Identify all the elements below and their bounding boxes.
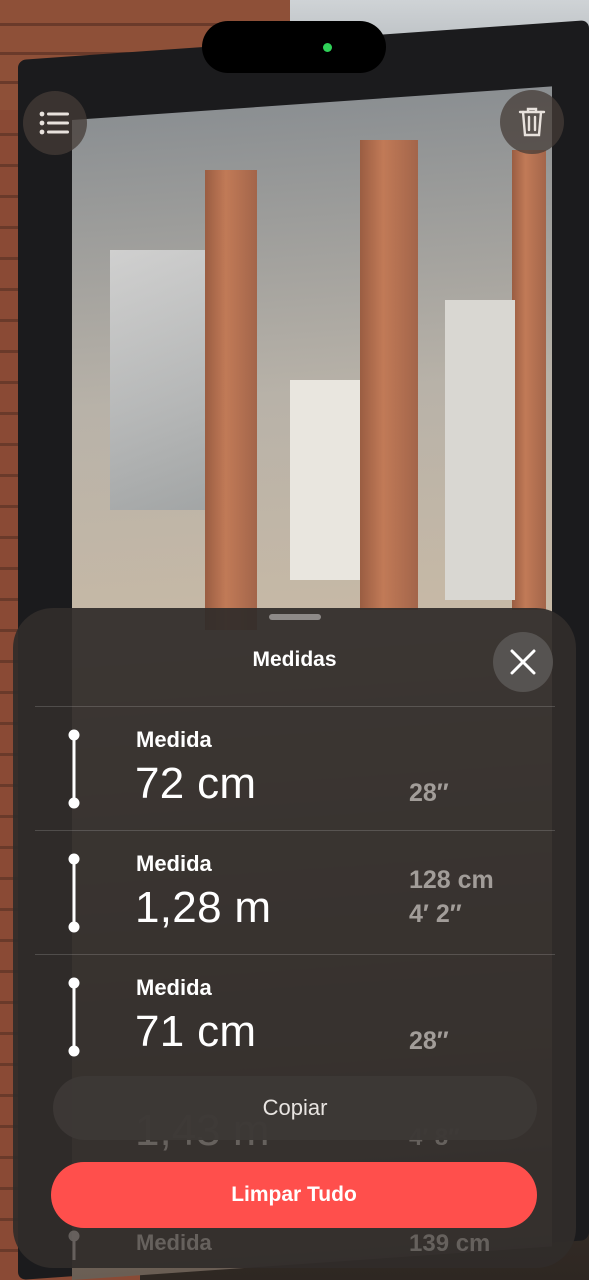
camera-indicator-dot: [323, 43, 332, 52]
measurement-alt-unit: 28″: [409, 779, 449, 807]
measurements-list-button[interactable]: [23, 91, 87, 155]
clear-all-button[interactable]: Limpar Tudo: [51, 1162, 537, 1228]
measurement-label: Medida: [136, 1230, 212, 1255]
measurements-list: Medida 72 cm 28″ Medida 1,28 m 128 cm 4′…: [35, 706, 555, 1078]
ruler-icon: [68, 853, 80, 933]
measurement-value: 1,28 m: [135, 883, 272, 932]
wood-stud: [512, 150, 546, 610]
close-button[interactable]: [493, 632, 553, 692]
measurement-label: Medida: [136, 975, 212, 1000]
dynamic-island: [202, 21, 386, 73]
measurement-value: 71 cm: [135, 1007, 257, 1056]
wood-stud: [205, 170, 257, 630]
sheet-title: Medidas: [252, 648, 337, 671]
measurement-alt-unit: 28″: [409, 1027, 449, 1055]
sheet-grabber[interactable]: [269, 614, 321, 620]
delete-button[interactable]: [500, 90, 564, 154]
ruler-icon: [68, 729, 80, 809]
measurement-row[interactable]: Medida 72 cm 28″: [35, 706, 555, 830]
white-panel: [445, 300, 515, 600]
wood-stud: [360, 140, 418, 610]
measurements-sheet: Medidas Medida 72 cm 28″ Medida 1,28 m 1…: [13, 608, 576, 1268]
measurement-row[interactable]: Medida 71 cm 28″: [35, 954, 555, 1078]
copy-button[interactable]: Copiar: [53, 1076, 537, 1140]
reflection: [110, 250, 220, 510]
measurement-row[interactable]: Medida 1,28 m 128 cm 4′ 2″: [35, 830, 555, 954]
close-icon: [510, 649, 536, 675]
measurement-alt-unit: 4′ 2″: [409, 900, 462, 928]
measurement-alt-unit: 128 cm: [409, 866, 494, 894]
measurement-value: 72 cm: [135, 759, 257, 808]
measurement-label: Medida: [136, 727, 212, 752]
measurement-alt-unit: 139 cm: [409, 1230, 491, 1257]
white-panel: [290, 380, 360, 580]
measurement-label: Medida: [136, 851, 212, 876]
ruler-icon: [68, 977, 80, 1057]
list-icon: [39, 111, 69, 135]
ruler-icon: [68, 1230, 80, 1260]
trash-icon: [518, 107, 546, 137]
